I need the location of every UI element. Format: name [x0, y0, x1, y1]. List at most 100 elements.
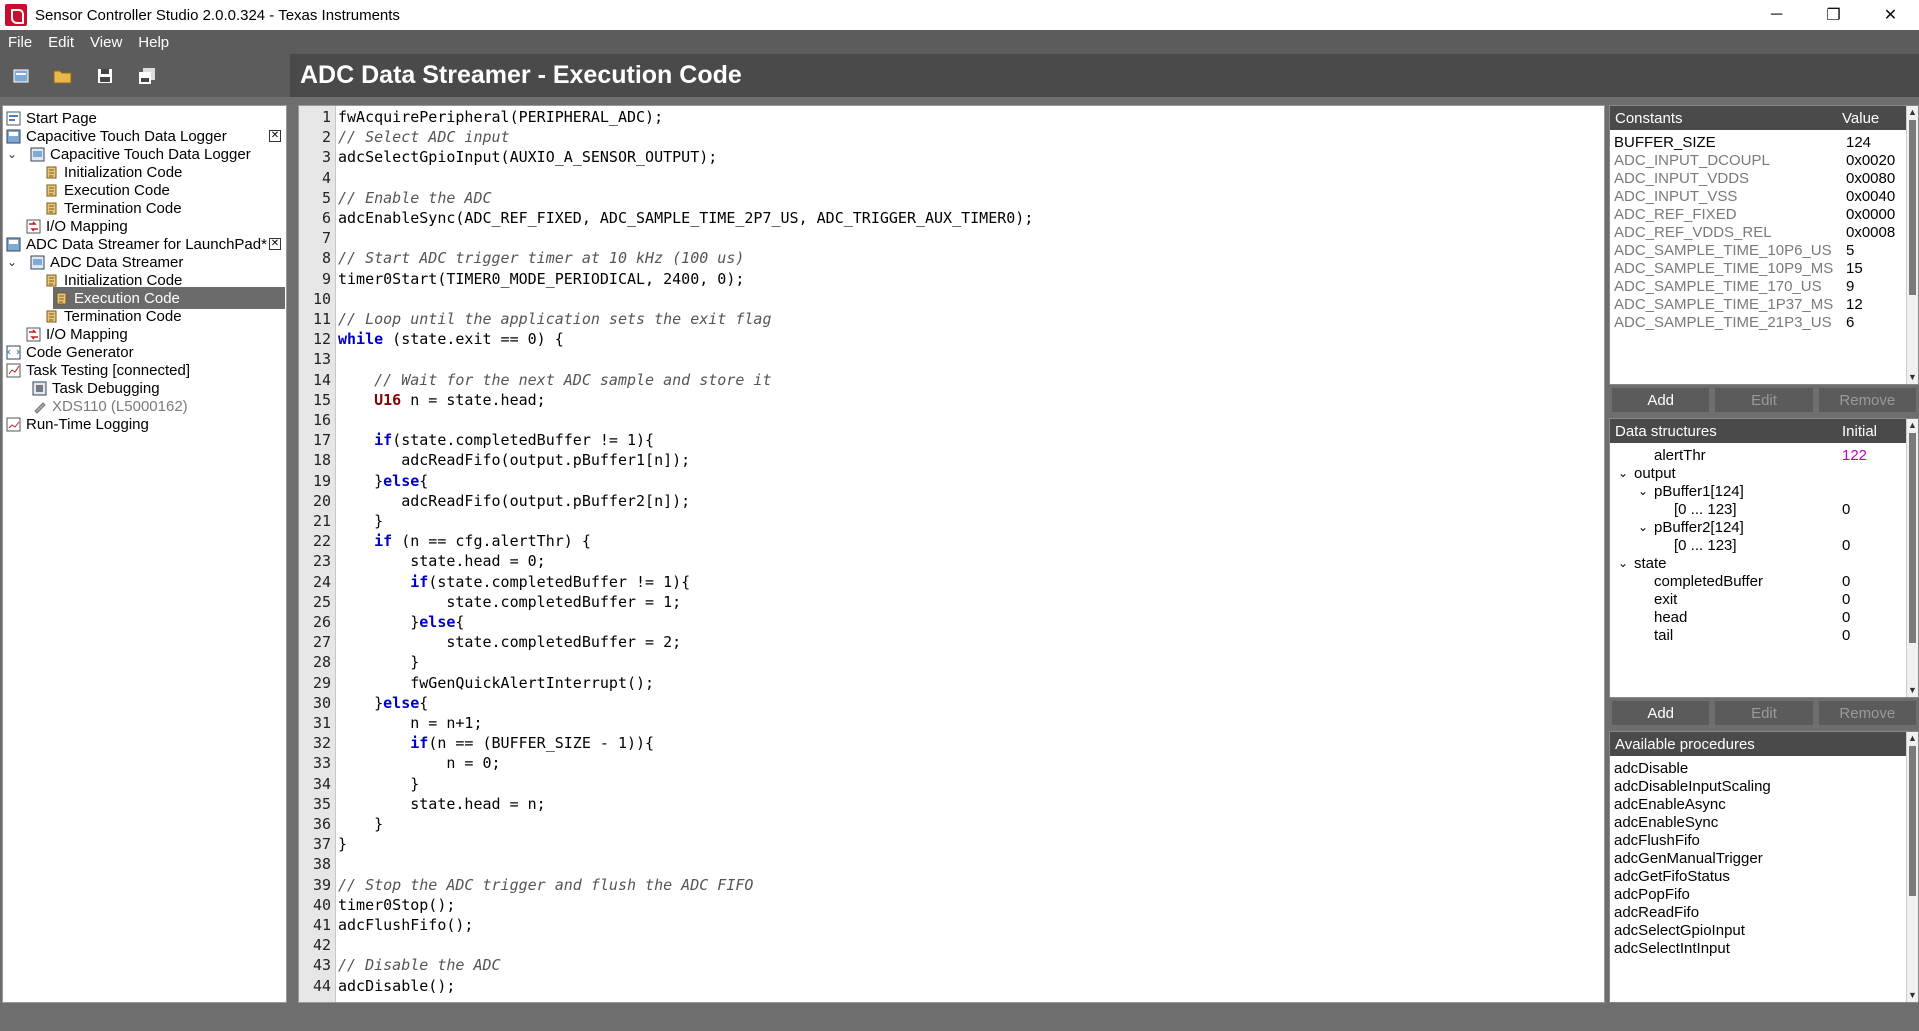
data-structures-scrollbar[interactable]: ▲ ▼ [1906, 419, 1918, 697]
code-line[interactable]: }else{ [338, 694, 428, 712]
code-line[interactable]: }else{ [338, 472, 428, 490]
tree-label: Termination Code [64, 307, 182, 325]
code-line[interactable]: } [338, 512, 383, 530]
menu-file[interactable]: File [0, 34, 40, 51]
code-line[interactable]: adcReadFifo(output.pBuffer1[n]); [338, 451, 690, 469]
code-line[interactable]: state.head = 0; [338, 552, 545, 570]
chevron-down-icon[interactable]: ⌄ [7, 147, 21, 161]
procedures-panel: Available procedures adcDisable adcDisabl… [1609, 731, 1919, 1003]
code-line[interactable]: timer0Start(TIMER0_MODE_PERIODICAL, 2400… [338, 270, 744, 288]
code-line[interactable]: state.head = n; [338, 795, 545, 813]
code-line[interactable]: adcReadFifo(output.pBuffer2[n]); [338, 492, 690, 510]
project-tree: Start Page Capacitive Touch Data Logger … [2, 105, 287, 1003]
scroll-down-icon[interactable]: ▼ [1907, 372, 1918, 382]
code-generator-icon [5, 344, 21, 360]
scroll-thumb[interactable] [1909, 433, 1916, 643]
close-project-icon[interactable]: ✕ [269, 130, 281, 142]
close-button[interactable]: ✕ [1862, 0, 1919, 30]
procedure-item[interactable]: adcSelectIntInput [1614, 937, 1730, 959]
scroll-thumb[interactable] [1909, 746, 1916, 896]
data-structure-name: completedBuffer [1654, 572, 1763, 590]
code-line[interactable]: adcFlushFifo(); [338, 916, 473, 934]
code-line[interactable]: n = 0; [338, 754, 500, 772]
line-number: 14 [312, 370, 331, 389]
code-line[interactable]: // Start ADC trigger timer at 10 kHz (10… [338, 249, 744, 267]
chevron-down-icon[interactable]: ⌄ [1618, 466, 1628, 480]
chevron-down-icon[interactable]: ⌄ [1638, 520, 1648, 534]
scroll-down-icon[interactable]: ▼ [1907, 685, 1918, 695]
code-line[interactable]: } [338, 835, 347, 853]
code-line[interactable]: adcEnableSync(ADC_REF_FIXED, ADC_SAMPLE_… [338, 209, 1033, 227]
code-line[interactable]: fwGenQuickAlertInterrupt(); [338, 674, 654, 692]
code-line[interactable]: state.completedBuffer = 1; [338, 593, 681, 611]
data-structure-initial: 0 [1842, 608, 1851, 626]
tree-item-runtime-logging[interactable]: Run-Time Logging [5, 413, 285, 435]
code-line[interactable]: if(n == (BUFFER_SIZE - 1)){ [338, 734, 654, 752]
open-project-button[interactable] [52, 66, 74, 86]
scroll-thumb[interactable] [1909, 120, 1916, 295]
line-number: 34 [312, 774, 331, 793]
code-line[interactable]: if (n == cfg.alertThr) { [338, 532, 591, 550]
code-editor[interactable]: 1 2 3 4 5 6 7 8 9 10 11 12 13 14 15 16 17 18 19 20 21 22 23 24 2… [298, 105, 1605, 1003]
procedures-header: Available procedures [1610, 732, 1918, 756]
close-project-icon[interactable]: ✕ [269, 238, 281, 250]
line-number: 12 [312, 330, 331, 349]
scroll-up-icon[interactable]: ▲ [1907, 420, 1918, 430]
constant-name: ADC_INPUT_VSS [1614, 187, 1738, 205]
scroll-down-icon[interactable]: ▼ [1907, 990, 1918, 1000]
code-line[interactable]: adcSelectGpioInput(AUXIO_A_SENSOR_OUTPUT… [338, 148, 717, 166]
new-project-button[interactable] [10, 66, 32, 86]
menu-view[interactable]: View [82, 34, 130, 51]
add-constant-button[interactable]: Add [1612, 388, 1710, 412]
save-all-button[interactable] [136, 66, 158, 86]
maximize-button[interactable]: ❐ [1805, 0, 1862, 30]
tree-label: ADC Data Streamer for LaunchPad* [26, 235, 267, 253]
code-line[interactable]: adcDisable(); [338, 977, 455, 995]
code-line[interactable]: // Wait for the next ADC sample and stor… [338, 371, 771, 389]
code-line[interactable]: // Enable the ADC [338, 189, 492, 207]
scroll-up-icon[interactable]: ▲ [1907, 107, 1918, 117]
line-number: 33 [312, 754, 331, 773]
scroll-up-icon[interactable]: ▲ [1907, 733, 1918, 743]
code-line[interactable]: // Stop the ADC trigger and flush the AD… [338, 876, 753, 894]
code-line[interactable]: fwAcquirePeripheral(PERIPHERAL_ADC); [338, 108, 663, 126]
constants-scrollbar[interactable]: ▲ ▼ [1906, 106, 1918, 384]
save-button[interactable] [94, 66, 116, 86]
code-line[interactable]: while (state.exit == 0) { [338, 330, 564, 348]
data-structure-row[interactable]: tail 0 [1610, 624, 1908, 646]
minimize-button[interactable]: ─ [1748, 0, 1805, 30]
code-line[interactable]: // Loop until the application sets the e… [338, 310, 771, 328]
code-line[interactable]: } [338, 775, 419, 793]
code-line[interactable]: } [338, 653, 419, 671]
remove-constant-button[interactable]: Remove [1818, 388, 1916, 412]
line-number: 17 [312, 431, 331, 450]
code-scroll-icon [43, 164, 59, 180]
toolbar [0, 54, 290, 97]
edit-data-structure-button[interactable]: Edit [1715, 701, 1813, 725]
remove-data-structure-button[interactable]: Remove [1818, 701, 1916, 725]
constant-row[interactable]: ADC_SAMPLE_TIME_21P3_US 6 [1614, 311, 1854, 333]
line-number: 21 [312, 512, 331, 530]
tree-label: Termination Code [64, 199, 182, 217]
code-line[interactable]: if(state.completedBuffer != 1){ [338, 431, 654, 449]
chevron-down-icon[interactable]: ⌄ [1618, 556, 1628, 570]
menu-help[interactable]: Help [130, 34, 177, 51]
constant-name: ADC_INPUT_DCOUPL [1614, 151, 1770, 169]
menu-edit[interactable]: Edit [40, 34, 82, 51]
tree-label: Run-Time Logging [26, 415, 149, 433]
chevron-down-icon[interactable]: ⌄ [7, 255, 21, 269]
add-data-structure-button[interactable]: Add [1612, 701, 1710, 725]
code-line[interactable]: // Select ADC input [338, 128, 510, 146]
code-line[interactable]: // Disable the ADC [338, 956, 501, 974]
code-line[interactable]: U16 n = state.head; [338, 391, 546, 409]
code-line[interactable]: n = n+1; [338, 714, 482, 732]
code-line[interactable]: if(state.completedBuffer != 1){ [338, 573, 690, 591]
code-line[interactable]: } [338, 815, 383, 833]
procedures-scrollbar[interactable]: ▲ ▼ [1906, 732, 1918, 1002]
chevron-down-icon[interactable]: ⌄ [1638, 484, 1648, 498]
page-title: ADC Data Streamer - Execution Code [300, 61, 742, 89]
edit-constant-button[interactable]: Edit [1715, 388, 1813, 412]
code-line[interactable]: timer0Stop(); [338, 896, 455, 914]
code-line[interactable]: }else{ [338, 613, 464, 631]
code-line[interactable]: state.completedBuffer = 2; [338, 633, 681, 651]
